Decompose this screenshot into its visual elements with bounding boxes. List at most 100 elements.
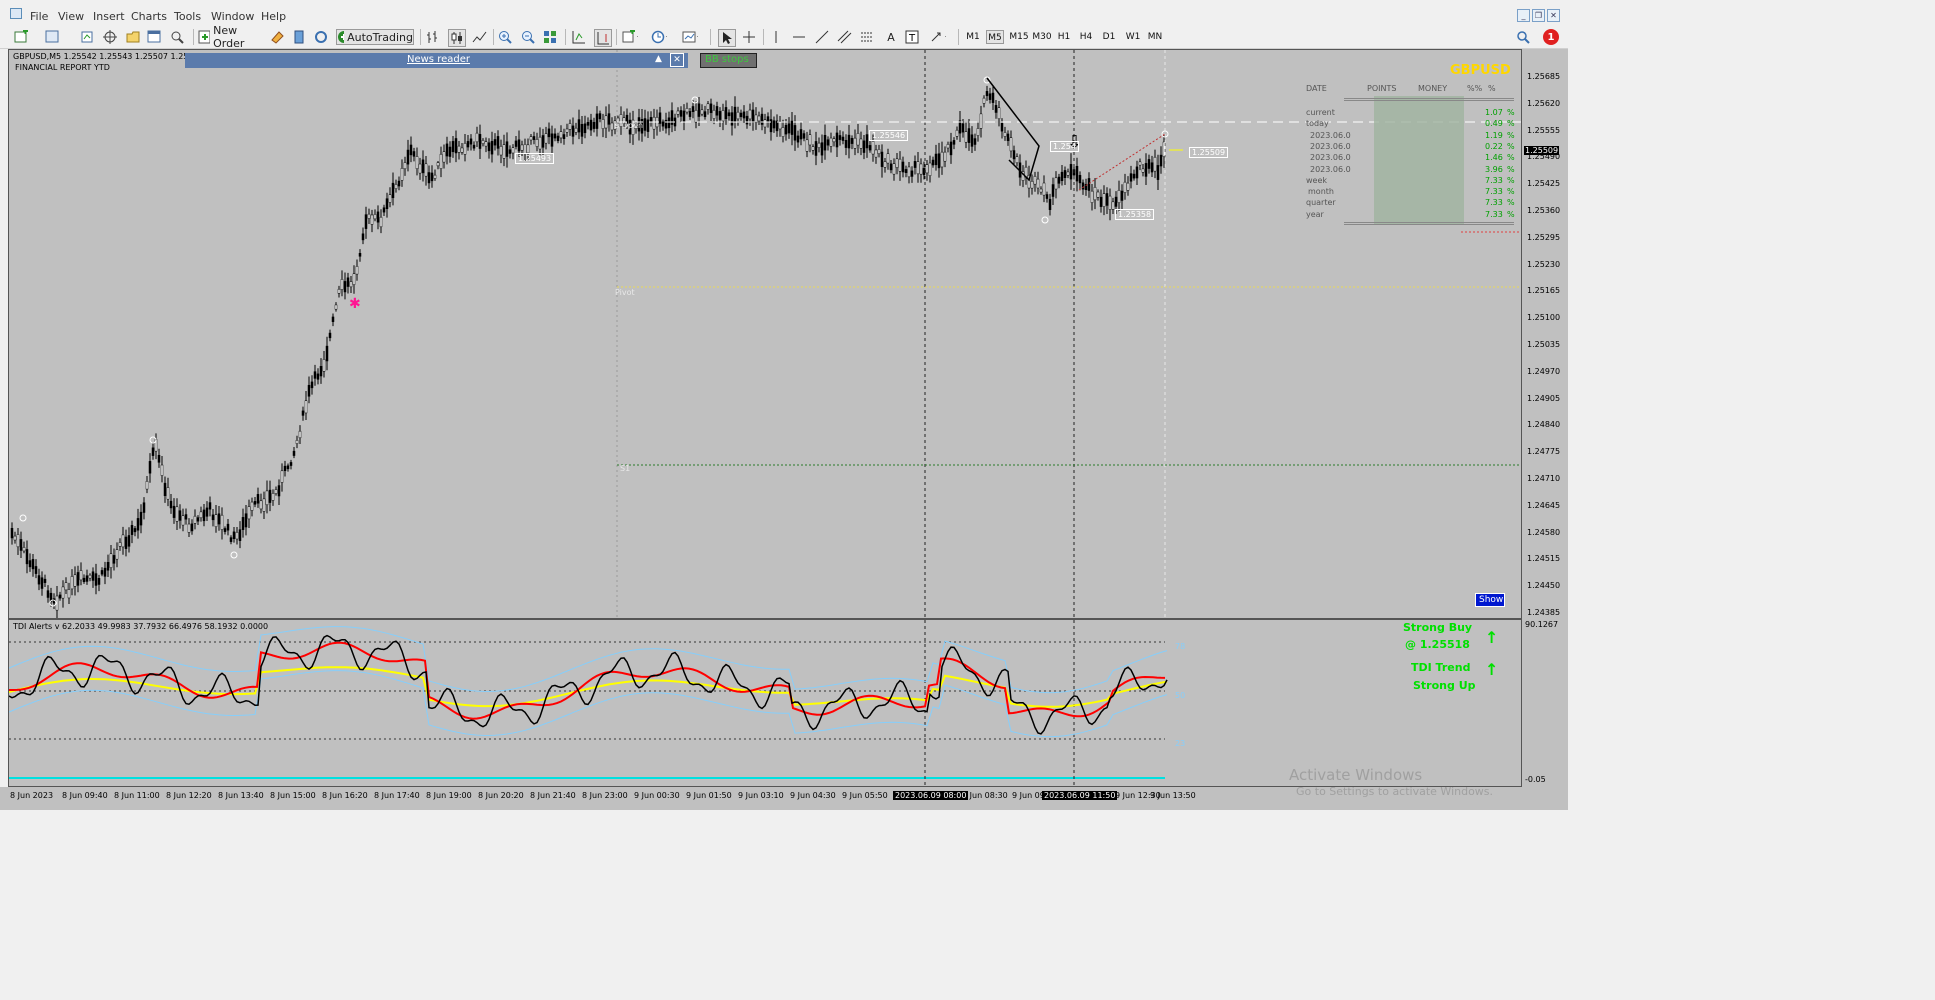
report-row-pct: 0.49 [1485, 119, 1503, 129]
timeframe-mn[interactable]: MN [1146, 30, 1164, 44]
candle-body [109, 553, 113, 568]
chart-shift-icon[interactable] [594, 29, 612, 47]
horizontal-line-icon[interactable] [792, 29, 808, 45]
timeframe-m5[interactable]: M5 [986, 30, 1004, 44]
candle-body [781, 127, 785, 137]
timeframe-d1[interactable]: D1 [1101, 30, 1117, 44]
close-window-button[interactable]: ✕ [1547, 9, 1560, 22]
timeframe-m15[interactable]: M15 [1008, 30, 1030, 44]
menu-file[interactable]: File [30, 10, 48, 23]
candle-body [316, 373, 320, 380]
show-button[interactable]: Show [1475, 593, 1505, 607]
tile-windows-icon[interactable] [543, 29, 559, 45]
candle-body [445, 143, 449, 157]
tdi-indicator-window[interactable]: TDI Alerts v 62.2033 49.9983 37.7932 66.… [8, 619, 1522, 787]
menu-tools[interactable]: Tools [174, 10, 201, 23]
line-chart-icon[interactable] [472, 29, 488, 45]
vertical-line-icon[interactable] [769, 29, 785, 45]
tester-icon[interactable] [170, 29, 186, 45]
metaeditor-icon[interactable] [270, 29, 286, 45]
zoom-out-icon[interactable] [521, 29, 537, 45]
autoscroll-icon[interactable] [571, 29, 587, 45]
price-tick-label: 1.25425 [1527, 179, 1561, 189]
news-reader-title[interactable]: News reader [407, 54, 470, 65]
candle-body [859, 138, 863, 149]
candle-body [745, 115, 749, 125]
terminal-icon[interactable] [147, 29, 163, 45]
equidistant-channel-icon[interactable] [837, 29, 853, 45]
zoom-in-icon[interactable] [498, 29, 514, 45]
candle-body [337, 288, 341, 294]
candle-body [1099, 196, 1103, 207]
timeframe-w1[interactable]: W1 [1124, 30, 1142, 44]
candle-body [862, 140, 866, 153]
minimize-button[interactable]: _ [1517, 9, 1530, 22]
price-tick-label: 1.24385 [1527, 608, 1561, 617]
indicators-icon[interactable] [622, 29, 638, 45]
candle-body [769, 119, 773, 133]
news-collapse-icon[interactable]: ▲ [655, 54, 662, 64]
time-scale[interactable]: 8 Jun 2023 8 Jun 09:40 8 Jun 11:00 8 Jun 12… [0, 785, 1568, 810]
price-tick-label: 1.24905 [1527, 393, 1561, 403]
news-reader-panel[interactable]: News reader ▲ ✕ [185, 53, 688, 68]
candle-body [835, 132, 839, 148]
menu-window[interactable]: Window [211, 10, 254, 23]
s1-level-label: S1 [620, 464, 631, 473]
fibonacci-icon[interactable] [860, 29, 876, 45]
text-label-icon[interactable]: T [905, 29, 921, 45]
candle-body [220, 514, 224, 530]
menu-bar: File View Insert Charts Tools Window Hel… [0, 0, 1568, 26]
fractal-marker [230, 551, 238, 559]
trendline-icon[interactable] [815, 29, 831, 45]
market-icon[interactable] [314, 29, 330, 45]
menu-charts[interactable]: Charts [131, 10, 167, 23]
candlestick-chart-icon[interactable] [448, 29, 466, 47]
navigator-icon[interactable] [125, 29, 141, 45]
new-chart-icon[interactable] [14, 29, 30, 45]
candle-body [847, 134, 851, 149]
text-icon[interactable]: A [883, 29, 899, 45]
candle-body [235, 532, 239, 540]
price-tick-label: 1.24515 [1527, 554, 1561, 564]
price-scale[interactable]: 1.25685 1.25620 1.25555 1.25490 1.25425 1.253… [1522, 49, 1568, 787]
bar-chart-icon[interactable] [426, 29, 442, 45]
indicator-scale-bottom: -0.05 [1525, 775, 1546, 784]
candle-body [421, 159, 425, 174]
signals-icon[interactable] [292, 29, 308, 45]
candle-body [199, 511, 203, 519]
restore-button[interactable]: ❐ [1532, 9, 1545, 22]
autotrading-label: AutoTrading [347, 30, 413, 44]
candle-body [223, 528, 227, 532]
price-chart[interactable]: ✱ ⇩ GBPUSD,M5 1.25542 1.25543 1.25507 1.2… [8, 49, 1522, 619]
timeframe-h4[interactable]: H4 [1078, 30, 1094, 44]
candle-body [73, 574, 77, 587]
candle-body [850, 138, 854, 144]
periods-icon[interactable] [651, 29, 667, 45]
timeframe-m1[interactable]: M1 [964, 30, 982, 44]
time-tick-label: 8 Jun 15:00 [270, 791, 316, 800]
candle-body [688, 111, 692, 117]
crosshair-icon[interactable] [742, 29, 758, 45]
report-row-pct: 7.33 [1485, 209, 1503, 219]
news-close-icon[interactable]: ✕ [670, 53, 684, 67]
timeframe-h1[interactable]: H1 [1056, 30, 1072, 44]
candle-body [298, 430, 302, 439]
arrows-icon[interactable] [930, 29, 946, 45]
menu-view[interactable]: View [58, 10, 84, 23]
search-icon[interactable] [1516, 29, 1532, 45]
menu-help[interactable]: Help [261, 10, 286, 23]
timeframe-m30[interactable]: M30 [1031, 30, 1053, 44]
templates-icon[interactable] [682, 29, 698, 45]
new-order-button[interactable]: New Order [198, 24, 264, 50]
menu-insert[interactable]: Insert [93, 10, 125, 23]
candle-body [955, 129, 959, 137]
notification-badge[interactable]: 1 [1543, 29, 1559, 45]
bb-stops-button[interactable]: BB stops [700, 53, 757, 68]
market-watch-icon[interactable] [80, 29, 96, 45]
cursor-icon[interactable] [718, 29, 736, 47]
candle-body [91, 571, 95, 581]
candle-body [694, 109, 698, 123]
crosshair-data-icon[interactable] [103, 29, 119, 45]
autotrading-button[interactable]: AutoTrading [336, 29, 414, 45]
profiles-icon[interactable] [45, 29, 61, 45]
